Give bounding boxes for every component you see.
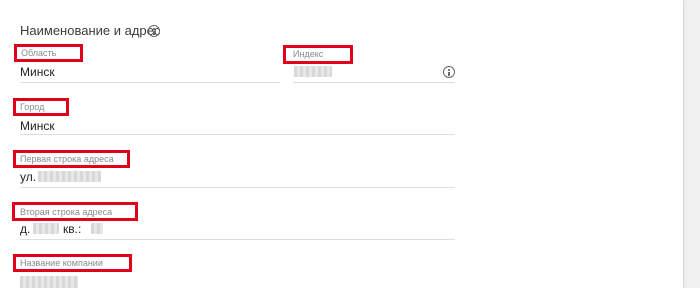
index-label: Индекс <box>293 49 324 59</box>
address-line1-value: ул. <box>20 170 37 184</box>
address-line1-underline <box>20 187 455 188</box>
index-info-icon[interactable] <box>443 66 455 78</box>
address-line2-redacted-1 <box>33 223 59 234</box>
company-name-label: Название компании <box>20 258 103 268</box>
city-underline <box>20 134 455 135</box>
address-line2-redacted-2 <box>91 223 103 234</box>
address-line1-label: Первая строка адреса <box>20 154 114 164</box>
region-label: Область <box>21 48 57 58</box>
region-underline <box>20 82 280 83</box>
city-label: Город <box>20 102 45 112</box>
address-line2-label: Вторая строка адреса <box>20 207 113 217</box>
city-value: Минск <box>20 119 55 133</box>
address-line2-prefix: д. <box>20 222 31 236</box>
region-value: Минск <box>20 65 55 79</box>
index-underline <box>293 82 455 83</box>
address-card: Наименование и адрес Область Минск Индек… <box>0 0 683 288</box>
address-line1-redacted <box>38 171 101 182</box>
address-line2-mid: кв.: <box>63 222 82 236</box>
index-value-redacted <box>294 66 332 77</box>
company-name-redacted <box>20 276 78 288</box>
section-info-icon[interactable] <box>148 25 160 37</box>
address-line2-underline <box>20 239 455 240</box>
section-title: Наименование и адрес <box>20 23 161 38</box>
